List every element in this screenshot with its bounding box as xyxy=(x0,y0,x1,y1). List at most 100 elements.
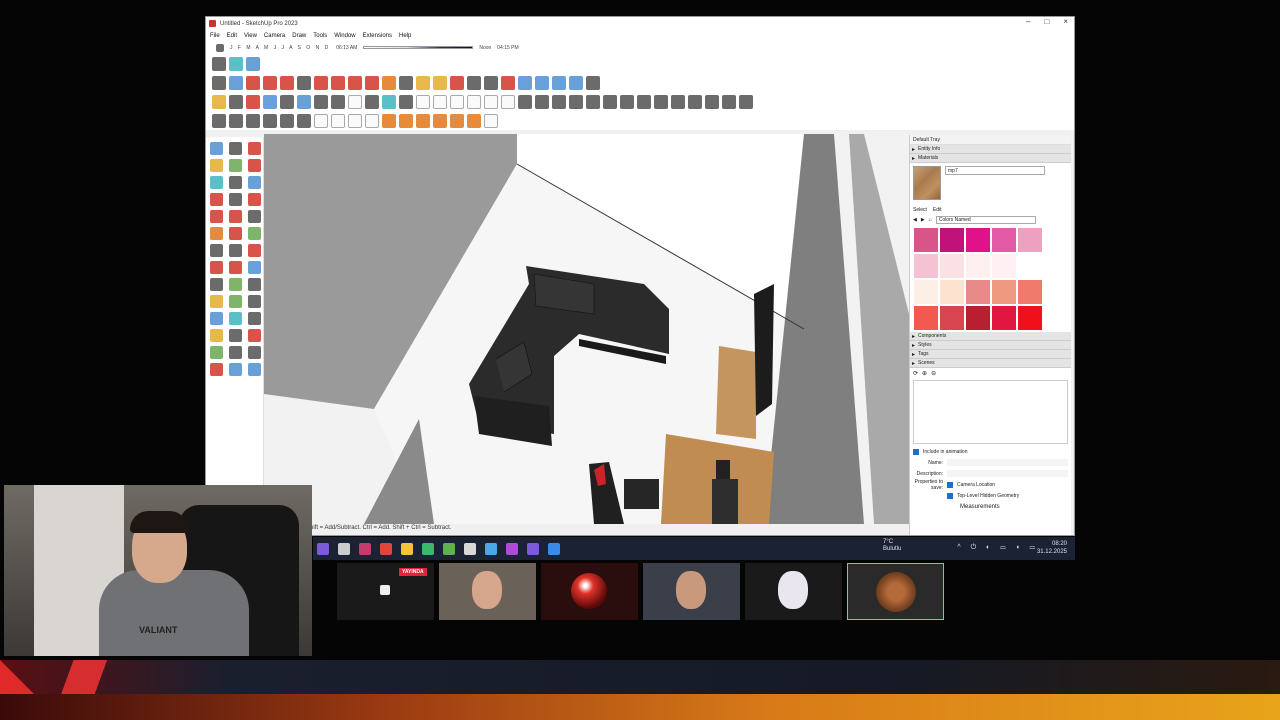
measure-icon[interactable] xyxy=(229,363,242,376)
text-tool-icon[interactable] xyxy=(382,113,396,128)
add-scene-icon[interactable]: ⊕ xyxy=(922,370,927,377)
axes-icon[interactable] xyxy=(433,113,447,128)
make-component-icon[interactable] xyxy=(229,142,242,155)
scene-name-input[interactable] xyxy=(947,459,1068,466)
scene-icon[interactable] xyxy=(348,113,362,128)
taskbar-app-icon[interactable] xyxy=(464,542,476,555)
close-button[interactable]: × xyxy=(1063,17,1068,26)
back-view-icon[interactable] xyxy=(484,94,498,109)
layer-icon[interactable] xyxy=(314,113,328,128)
fog-icon[interactable] xyxy=(229,113,243,128)
eraser-icon[interactable] xyxy=(246,75,260,90)
color-swatch[interactable] xyxy=(966,228,990,252)
tab-edit[interactable]: Edit xyxy=(933,207,942,213)
color-swatch[interactable] xyxy=(966,254,990,278)
zoom-icon[interactable] xyxy=(248,244,261,257)
pan-tool-icon[interactable] xyxy=(467,75,481,90)
select-tool-icon[interactable] xyxy=(229,75,243,90)
section-fill-icon[interactable] xyxy=(467,113,481,128)
offset-tool-icon[interactable] xyxy=(399,75,413,90)
protractor-icon[interactable] xyxy=(229,312,242,325)
warehouse-icon[interactable] xyxy=(518,75,532,90)
move-tool-icon[interactable] xyxy=(348,75,362,90)
tape-icon[interactable] xyxy=(229,159,242,172)
color-swatch[interactable] xyxy=(940,306,964,330)
scene-description-input[interactable] xyxy=(947,470,1068,477)
sandbox-icon[interactable] xyxy=(552,94,566,109)
taskbar-app-icon[interactable] xyxy=(548,542,560,555)
geolocation-icon[interactable] xyxy=(586,75,600,90)
tape-measure-icon[interactable] xyxy=(416,75,430,90)
dimension-icon[interactable] xyxy=(248,159,261,172)
guest-slot-5[interactable] xyxy=(745,563,842,620)
line-icon[interactable] xyxy=(210,176,223,189)
push-pull-icon[interactable] xyxy=(314,75,328,90)
right-view-icon[interactable] xyxy=(467,94,481,109)
taskbar-app-icon[interactable] xyxy=(422,542,434,555)
style-icon[interactable] xyxy=(212,113,226,128)
previous-icon[interactable] xyxy=(229,261,242,274)
tag-icon[interactable] xyxy=(248,329,261,342)
pan-icon[interactable] xyxy=(229,244,242,257)
intersect-icon[interactable] xyxy=(671,94,685,109)
dimension-icon[interactable] xyxy=(399,113,413,128)
color-swatch[interactable] xyxy=(1018,228,1042,252)
push-pull-icon[interactable] xyxy=(210,210,223,223)
menu-edit[interactable]: Edit xyxy=(227,33,237,39)
look-around-icon[interactable] xyxy=(229,278,242,291)
back-edges-icon[interactable] xyxy=(331,94,345,109)
zoom-window-icon[interactable] xyxy=(210,261,223,274)
offset-icon[interactable] xyxy=(248,210,261,223)
rotate-icon[interactable] xyxy=(229,227,242,240)
guest-slot-6[interactable] xyxy=(847,563,944,620)
subtract-icon[interactable] xyxy=(705,94,719,109)
menu-view[interactable]: View xyxy=(244,33,257,39)
orbit-icon[interactable] xyxy=(210,244,223,257)
section-icon[interactable] xyxy=(210,295,223,308)
move-icon[interactable] xyxy=(210,227,223,240)
components-icon[interactable] xyxy=(263,94,277,109)
position-camera-icon[interactable] xyxy=(297,113,311,128)
flip-edge-icon[interactable] xyxy=(637,94,651,109)
system-tray-icons[interactable]: ^ ⏻ ◐ ▭ ◖ ▭ xyxy=(957,544,1039,552)
guest-slot-2[interactable] xyxy=(439,563,536,620)
drape-icon[interactable] xyxy=(603,94,617,109)
color-swatch[interactable] xyxy=(914,228,938,252)
text-icon[interactable] xyxy=(229,295,242,308)
menu-help[interactable]: Help xyxy=(399,33,411,39)
color-swatch[interactable] xyxy=(914,254,938,278)
menu-tools[interactable]: Tools xyxy=(313,33,327,39)
shadow-settings-icon[interactable] xyxy=(365,113,379,128)
select-icon[interactable] xyxy=(210,142,223,155)
back-arrow-icon[interactable]: ◀ xyxy=(913,217,917,223)
color-swatch[interactable] xyxy=(992,306,1016,330)
layout-icon[interactable] xyxy=(552,75,566,90)
polygon-icon[interactable] xyxy=(248,193,261,206)
maximize-button[interactable]: □ xyxy=(1044,17,1049,26)
stop-icon[interactable] xyxy=(246,94,260,109)
taskbar-app-icon[interactable] xyxy=(443,542,455,555)
position-camera-icon[interactable] xyxy=(248,278,261,291)
styles-icon[interactable] xyxy=(229,329,242,342)
3d-text-icon[interactable] xyxy=(450,113,464,128)
scenes-header[interactable]: Scenes xyxy=(910,359,1071,368)
taskbar-app-icon[interactable] xyxy=(317,542,329,555)
line-tool-icon[interactable] xyxy=(263,75,277,90)
add-detail-icon[interactable] xyxy=(620,94,634,109)
split-icon[interactable] xyxy=(739,94,753,109)
arc-tool-icon[interactable] xyxy=(280,75,294,90)
include-animation-checkbox[interactable] xyxy=(913,448,919,455)
tags-header[interactable]: Tags xyxy=(910,350,1071,359)
zoom-window-icon[interactable] xyxy=(501,75,515,90)
look-around-icon[interactable] xyxy=(280,113,294,128)
shadow-icon[interactable] xyxy=(248,312,261,325)
material-swatch[interactable] xyxy=(913,166,941,200)
paint-bucket-icon[interactable] xyxy=(433,75,447,90)
forward-arrow-icon[interactable]: ▶ xyxy=(921,217,925,223)
components-header[interactable]: Components xyxy=(910,332,1071,341)
zoom-extents-icon[interactable] xyxy=(248,261,261,274)
open-folder-icon[interactable] xyxy=(212,94,226,109)
color-swatch[interactable] xyxy=(1018,280,1042,304)
color-swatch[interactable] xyxy=(992,280,1016,304)
solid-icon[interactable] xyxy=(297,94,311,109)
